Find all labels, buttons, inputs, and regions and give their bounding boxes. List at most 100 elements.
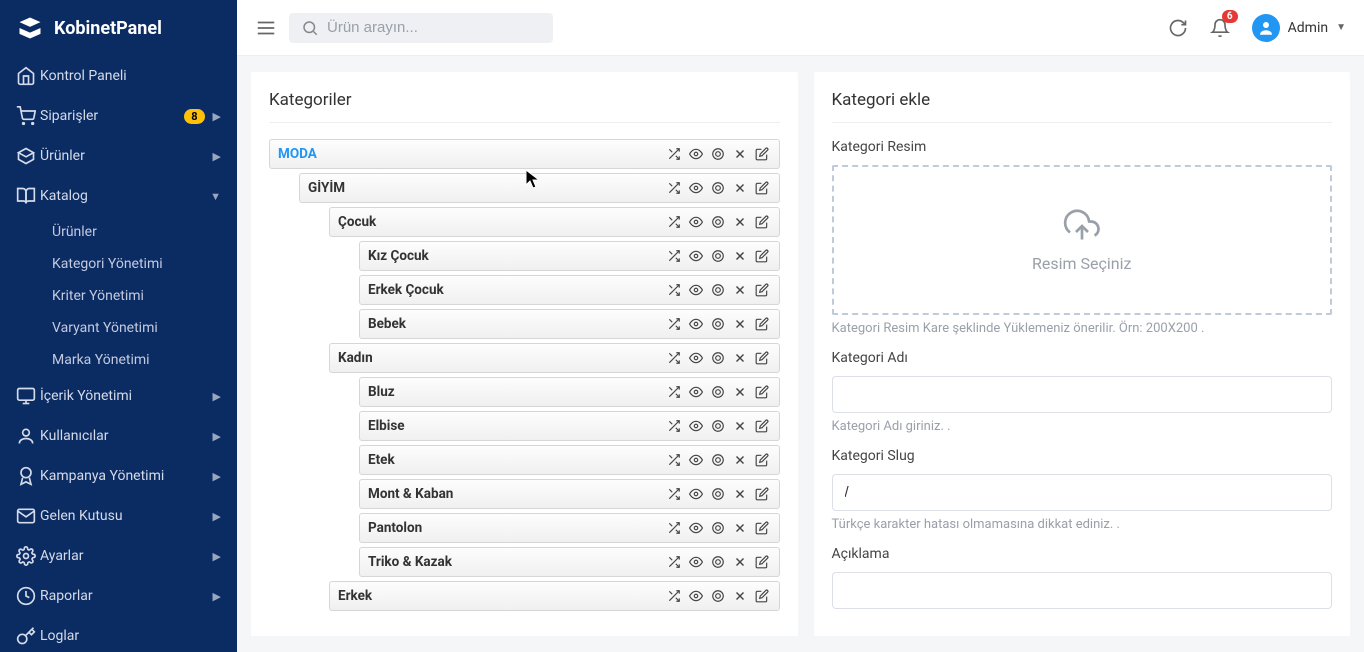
search-input[interactable] [327,19,541,36]
edit-icon[interactable] [753,589,771,603]
category-row[interactable]: Erkek [329,581,780,611]
category-row[interactable]: MODA [269,139,780,169]
nav-subitem[interactable]: Kategori Yönetimi [40,248,237,280]
eye-icon[interactable] [687,351,705,365]
eye-icon[interactable] [687,419,705,433]
nav-subitem[interactable]: Kriter Yönetimi [40,280,237,312]
shuffle-icon[interactable] [665,249,683,263]
close-icon[interactable] [731,589,749,603]
name-input[interactable] [832,376,1333,413]
menu-toggle-icon[interactable] [255,17,277,39]
nav-item[interactable]: Kampanya Yönetimi ▶ [0,456,237,496]
nav-subitem[interactable]: Marka Yönetimi [40,344,237,376]
eye-icon[interactable] [687,521,705,535]
shuffle-icon[interactable] [665,385,683,399]
eye-icon[interactable] [687,453,705,467]
shuffle-icon[interactable] [665,419,683,433]
eye-icon[interactable] [687,317,705,331]
edit-icon[interactable] [753,555,771,569]
slug-input[interactable] [832,474,1333,511]
eye-icon[interactable] [687,215,705,229]
edit-icon[interactable] [753,317,771,331]
nav-item[interactable]: Raporlar ▶ [0,576,237,616]
shuffle-icon[interactable] [665,147,683,161]
close-icon[interactable] [731,283,749,297]
category-row[interactable]: Etek [359,445,780,475]
target-icon[interactable] [709,317,727,331]
nav-item[interactable]: Kontrol Paneli [0,56,237,96]
edit-icon[interactable] [753,181,771,195]
close-icon[interactable] [731,419,749,433]
edit-icon[interactable] [753,521,771,535]
close-icon[interactable] [731,147,749,161]
edit-icon[interactable] [753,283,771,297]
category-row[interactable]: Çocuk [329,207,780,237]
target-icon[interactable] [709,249,727,263]
edit-icon[interactable] [753,385,771,399]
nav-item[interactable]: Ayarlar ▶ [0,536,237,576]
target-icon[interactable] [709,453,727,467]
close-icon[interactable] [731,249,749,263]
shuffle-icon[interactable] [665,283,683,297]
category-row[interactable]: Kadın [329,343,780,373]
close-icon[interactable] [731,555,749,569]
target-icon[interactable] [709,521,727,535]
target-icon[interactable] [709,385,727,399]
close-icon[interactable] [731,351,749,365]
refresh-button[interactable] [1168,18,1188,38]
target-icon[interactable] [709,351,727,365]
target-icon[interactable] [709,419,727,433]
edit-icon[interactable] [753,351,771,365]
category-row[interactable]: Kız Çocuk [359,241,780,271]
category-row[interactable]: Mont & Kaban [359,479,780,509]
close-icon[interactable] [731,215,749,229]
close-icon[interactable] [731,453,749,467]
shuffle-icon[interactable] [665,555,683,569]
category-row[interactable]: Elbise [359,411,780,441]
image-dropzone[interactable]: Resim Seçiniz [832,165,1333,315]
shuffle-icon[interactable] [665,487,683,501]
category-row[interactable]: Erkek Çocuk [359,275,780,305]
close-icon[interactable] [731,317,749,331]
category-row[interactable]: Pantolon [359,513,780,543]
edit-icon[interactable] [753,419,771,433]
close-icon[interactable] [731,487,749,501]
category-row[interactable]: Triko & Kazak [359,547,780,577]
category-row[interactable]: Bebek [359,309,780,339]
target-icon[interactable] [709,283,727,297]
eye-icon[interactable] [687,589,705,603]
category-row[interactable]: Bluz [359,377,780,407]
nav-item[interactable]: Katalog ▼ [0,176,237,216]
shuffle-icon[interactable] [665,215,683,229]
eye-icon[interactable] [687,147,705,161]
target-icon[interactable] [709,147,727,161]
edit-icon[interactable] [753,487,771,501]
shuffle-icon[interactable] [665,521,683,535]
nav-item[interactable]: İçerik Yönetimi ▶ [0,376,237,416]
nav-item[interactable]: Ürünler ▶ [0,136,237,176]
close-icon[interactable] [731,385,749,399]
eye-icon[interactable] [687,385,705,399]
target-icon[interactable] [709,215,727,229]
eye-icon[interactable] [687,555,705,569]
search-box[interactable] [289,13,553,43]
edit-icon[interactable] [753,453,771,467]
eye-icon[interactable] [687,487,705,501]
shuffle-icon[interactable] [665,351,683,365]
user-menu[interactable]: Admin ▼ [1252,14,1346,42]
eye-icon[interactable] [687,181,705,195]
edit-icon[interactable] [753,147,771,161]
close-icon[interactable] [731,521,749,535]
target-icon[interactable] [709,589,727,603]
category-row[interactable]: GİYİM [299,173,780,203]
eye-icon[interactable] [687,249,705,263]
shuffle-icon[interactable] [665,453,683,467]
shuffle-icon[interactable] [665,317,683,331]
nav-item[interactable]: Siparişler 8 ▶ [0,96,237,136]
shuffle-icon[interactable] [665,589,683,603]
nav-subitem[interactable]: Ürünler [40,216,237,248]
notifications-button[interactable]: 6 [1210,18,1230,38]
target-icon[interactable] [709,181,727,195]
target-icon[interactable] [709,555,727,569]
edit-icon[interactable] [753,215,771,229]
